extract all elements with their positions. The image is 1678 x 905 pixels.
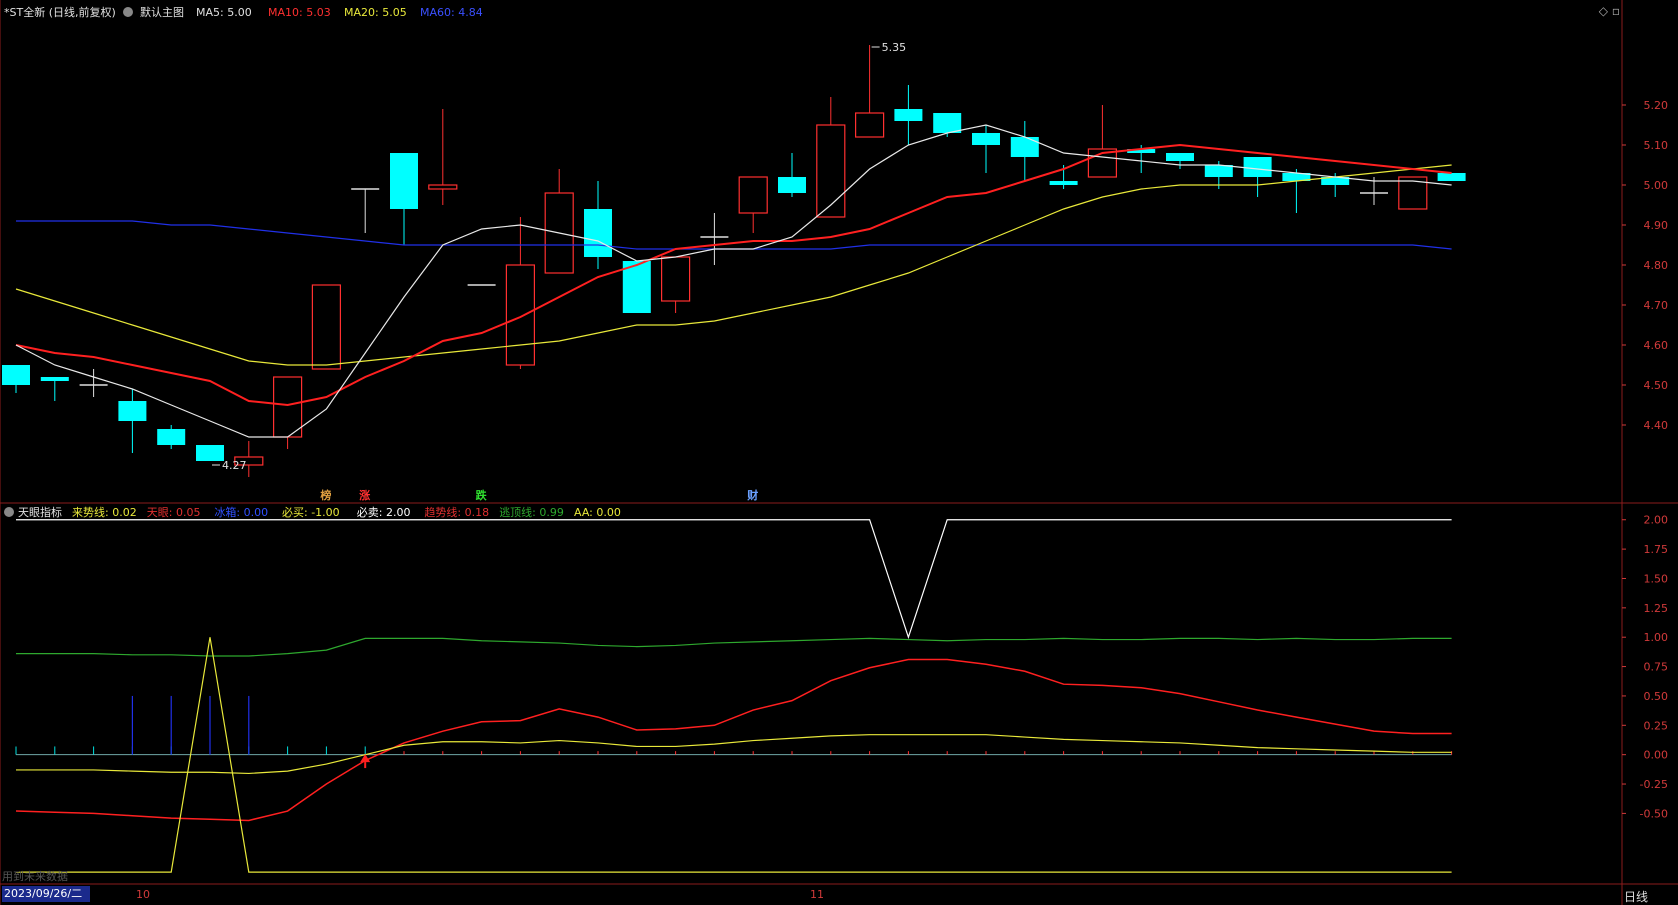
indicator-tick-label: 0.25 — [1644, 719, 1669, 732]
candle-body-down — [196, 445, 224, 461]
candle-body-up — [311, 284, 341, 370]
indicator-tick-label: 1.75 — [1644, 543, 1669, 556]
indicator-name: 天眼指标 — [18, 505, 62, 519]
main-chart-menu-icon[interactable] — [123, 7, 133, 17]
candle-body-down — [894, 109, 923, 121]
candle-body-up — [854, 112, 885, 138]
indicator-legend-item: 必卖: 2.00 — [357, 506, 411, 519]
ma5-line — [15, 124, 1452, 438]
month-label-11: 11 — [810, 888, 824, 901]
indicator-legend-item: 来势线: 0.02 — [72, 505, 137, 519]
price-tick-label: 4.90 — [1644, 219, 1669, 232]
event-marker: 财 — [746, 488, 758, 502]
event-marker: 涨 — [359, 488, 370, 502]
indicator-tick-label: 1.25 — [1644, 602, 1669, 615]
indicator-tick-label: 2.00 — [1644, 514, 1669, 527]
indicator-tick-label: -0.25 — [1640, 778, 1668, 791]
candlestick-panel: 5.35 4.27 榜 涨 跌 财 — [2, 41, 1466, 502]
price-tick-label: 4.70 — [1644, 299, 1669, 312]
candle-body-down — [1049, 181, 1078, 185]
indicator-line — [16, 519, 1452, 640]
indicator-line — [15, 658, 1452, 822]
indicator-menu-icon[interactable] — [4, 507, 14, 517]
event-marker: 跌 — [476, 488, 488, 502]
candle-body-down — [933, 113, 962, 133]
candle-body-down — [40, 377, 69, 381]
month-label-10: 10 — [136, 888, 150, 901]
indicator-legend-item: 冰箱: 0.00 — [214, 505, 268, 519]
price-tick-label: 4.40 — [1644, 419, 1669, 432]
ma60-legend: MA60: 4.84 — [420, 6, 483, 19]
price-tick-label: 5.20 — [1644, 99, 1669, 112]
ma20-line — [15, 164, 1452, 366]
indicator-legend-item: 趋势线: 0.18 — [424, 505, 489, 519]
diamond-icon[interactable]: ◇ — [1599, 4, 1608, 18]
candle-body-up — [505, 264, 535, 366]
candle-body-down — [1204, 165, 1233, 177]
indicator-y-axis: 2.00 1.75 1.50 1.25 1.00 0.75 0.50 0.25 0.00 -0.2… — [1622, 514, 1669, 820]
window-controls[interactable]: ◇ ▫ — [1599, 4, 1620, 18]
indicator-tick-label: 1.50 — [1644, 572, 1669, 585]
candle-body-down — [778, 177, 806, 193]
indicator-tick-label: 0.75 — [1644, 661, 1669, 674]
ma60-line — [16, 220, 1452, 250]
ma5-legend: MA5: 5.00 — [196, 6, 252, 19]
candle-body-down — [390, 153, 418, 209]
ma10-line — [15, 143, 1452, 407]
candle-body-up — [816, 124, 846, 218]
indicator-legend-item: 逃顶线: 0.99 — [499, 505, 564, 519]
indicator-line — [16, 637, 1452, 657]
candle-body-down — [2, 365, 30, 385]
price-annotation: 4.27 — [222, 459, 247, 472]
ma20-legend: MA20: 5.05 — [344, 6, 407, 19]
indicator-legend-item: 必买: -1.00 — [282, 506, 340, 519]
symbol-title: *ST全新 (日线,前复权) — [4, 5, 116, 19]
price-tick-label: 4.80 — [1644, 259, 1669, 272]
candle-body-down — [118, 401, 147, 421]
period-selector[interactable]: 日线 — [1624, 888, 1648, 905]
restore-icon[interactable]: ▫ — [1612, 4, 1620, 18]
main-chart-label: 默认主图 — [140, 6, 184, 19]
candle-body-up — [660, 256, 691, 302]
ma10-legend: MA10: 5.03 — [268, 6, 331, 19]
candle-body-down — [1243, 157, 1272, 177]
indicator-legend-item: 天眼: 0.05 — [147, 506, 201, 519]
price-tick-label: 4.60 — [1644, 339, 1669, 352]
price-tick-label: 5.10 — [1644, 139, 1669, 152]
price-tick-label: 4.50 — [1644, 379, 1669, 392]
candle-body-down — [1437, 173, 1466, 181]
indicator-tick-label: -0.50 — [1640, 807, 1668, 820]
indicator-legend: 来势线: 0.02 天眼: 0.05 冰箱: 0.00 必买: -1.00 必卖: 2.… — [72, 505, 621, 519]
indicator-tick-label: 1.00 — [1644, 631, 1669, 644]
candle-body-down — [1010, 137, 1039, 157]
indicator-legend-item: AA: 0.00 — [574, 506, 621, 519]
price-y-axis: 4.40 4.50 4.60 4.70 4.80 4.90 5.00 5.10 5.20 — [1622, 99, 1668, 432]
candle-body-down — [584, 209, 612, 257]
event-marker: 榜 — [320, 488, 331, 502]
price-tick-label: 5.00 — [1644, 179, 1669, 192]
future-data-watermark: 用到未来数据 — [2, 869, 68, 883]
candle-body-down — [972, 133, 1000, 145]
candle-body-down — [1166, 153, 1194, 161]
price-annotation: 5.35 — [882, 41, 907, 54]
stock-chart: 4.40 4.50 4.60 4.70 4.80 4.90 5.00 5.10 5.20 5.3… — [0, 0, 1678, 905]
candle-body-up — [428, 184, 458, 190]
cursor-date: 2023/09/26/二 — [2, 886, 90, 902]
candle-body-up — [738, 176, 768, 214]
indicator-panel — [15, 519, 1453, 873]
candle-body-down — [157, 429, 186, 445]
candle-body-up — [273, 376, 303, 438]
indicator-tick-label: 0.00 — [1644, 749, 1669, 762]
indicator-tick-label: 0.50 — [1644, 690, 1669, 703]
